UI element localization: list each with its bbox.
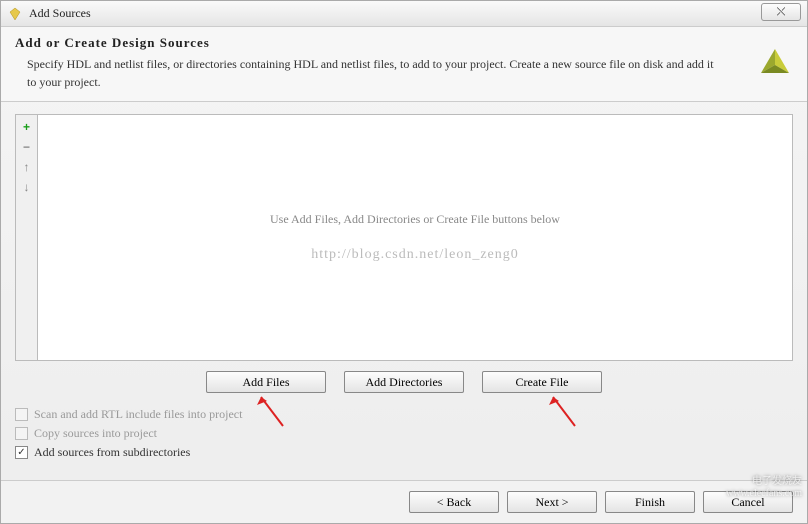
action-button-row: Add Files Add Directories Create File: [15, 361, 793, 407]
scan-rtl-label: Scan and add RTL include files into proj…: [34, 407, 242, 422]
finish-button[interactable]: Finish: [605, 491, 695, 513]
corner-watermark: 电子发烧友 www.elecfans.com: [726, 476, 802, 500]
vivado-logo-icon: [755, 45, 795, 85]
add-item-button[interactable]: +: [19, 119, 35, 135]
copy-sources-checkbox: [15, 427, 28, 440]
back-button[interactable]: < Back: [409, 491, 499, 513]
options-checkboxes: Scan and add RTL include files into proj…: [15, 407, 793, 468]
copy-sources-checkbox-row: Copy sources into project: [15, 426, 793, 441]
scan-rtl-checkbox-row: Scan and add RTL include files into proj…: [15, 407, 793, 422]
titlebar: Add Sources ⤬: [1, 1, 807, 27]
page-title: Add or Create Design Sources: [15, 35, 793, 51]
watermark-text: http://blog.csdn.net/leon_zeng0: [311, 247, 519, 263]
content-area: + − ↑ ↓ Use Add Files, Add Directories o…: [1, 102, 807, 480]
add-subdirs-checkbox-row[interactable]: ✓ Add sources from subdirectories: [15, 445, 793, 460]
add-files-button[interactable]: Add Files: [206, 371, 326, 393]
add-directories-button[interactable]: Add Directories: [344, 371, 464, 393]
close-icon: ⤬: [777, 6, 786, 19]
app-icon: [7, 6, 23, 22]
close-button[interactable]: ⤬: [761, 3, 801, 21]
list-toolbar: + − ↑ ↓: [15, 114, 37, 361]
remove-item-button[interactable]: −: [19, 139, 35, 155]
next-button[interactable]: Next >: [507, 491, 597, 513]
page-description: Specify HDL and netlist files, or direct…: [15, 55, 715, 91]
wizard-footer: < Back Next > Finish Cancel: [1, 480, 807, 523]
add-sources-dialog: Add Sources ⤬ Add or Create Design Sourc…: [0, 0, 808, 524]
listbox-placeholder: Use Add Files, Add Directories or Create…: [270, 212, 560, 227]
add-subdirs-checkbox[interactable]: ✓: [15, 446, 28, 459]
add-subdirs-label: Add sources from subdirectories: [34, 445, 190, 460]
copy-sources-label: Copy sources into project: [34, 426, 157, 441]
move-up-button[interactable]: ↑: [19, 159, 35, 175]
move-down-button[interactable]: ↓: [19, 179, 35, 195]
window-title: Add Sources: [29, 6, 91, 21]
sources-list-area: + − ↑ ↓ Use Add Files, Add Directories o…: [15, 114, 793, 361]
sources-listbox[interactable]: Use Add Files, Add Directories or Create…: [37, 114, 793, 361]
create-file-button[interactable]: Create File: [482, 371, 602, 393]
scan-rtl-checkbox: [15, 408, 28, 421]
header-section: Add or Create Design Sources Specify HDL…: [1, 27, 807, 102]
